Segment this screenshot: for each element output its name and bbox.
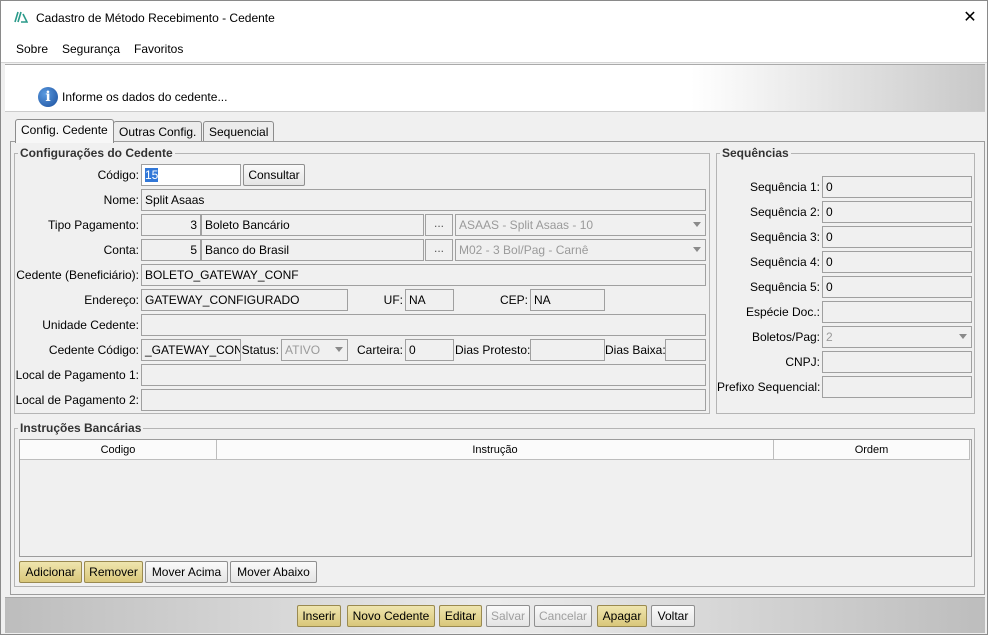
conta-select[interactable]: M02 - 3 Bol/Pag - Carnê [455,239,706,261]
mover-acima-button[interactable]: Mover Acima [145,561,228,583]
local-pagamento-2-field[interactable] [141,389,706,411]
cnpj-field[interactable] [822,351,972,373]
tipo-pagamento-code[interactable]: 3 [141,214,201,236]
prefixo-sequencial-field[interactable] [822,376,972,398]
cedente-codigo-label: Cedente Código: [48,343,139,357]
conta-desc: Banco do Brasil [201,239,424,261]
sequencia-4-field[interactable]: 0 [822,251,972,273]
sequencia-3-field[interactable]: 0 [822,226,972,248]
chevron-down-icon [959,334,967,339]
inserir-button[interactable]: Inserir [297,605,341,627]
conta-select-value: M02 - 3 Bol/Pag - Carnê [459,243,589,257]
dias-protesto-field[interactable] [530,339,605,361]
tab-outras-config[interactable]: Outras Config. [113,121,203,141]
sequencia-4-label: Sequência 4: [749,255,820,269]
menu-favoritos[interactable]: Favoritos [134,42,183,56]
endereco-field[interactable]: GATEWAY_CONFIGURADO [141,289,348,311]
boletos-pag-value: 2 [826,330,833,344]
status-select-value: ATIVO [285,343,321,357]
instrucoes-group-title: Instruções Bancárias [18,421,144,435]
title-bar: Cadastro de Método Recebimento - Cedente… [1,1,987,35]
tipo-pagamento-select-value: ASAAS - Split Asaas - 10 [459,218,594,232]
cnpj-label: CNPJ: [785,355,820,369]
codigo-field[interactable]: 15 [141,164,241,186]
sequencia-5-label: Sequência 5: [749,280,820,294]
boletos-pag-label: Boletos/Pag: [751,330,820,344]
sequencia-2-field[interactable]: 0 [822,201,972,223]
uf-field[interactable]: NA [405,289,454,311]
local-pagamento-2-label: Local de Pagamento 2: [15,393,139,407]
instrucoes-table[interactable]: Codigo Instrução Ordem [19,439,972,557]
menu-bar: Sobre Segurança Favoritos [1,35,987,63]
dias-baixa-field[interactable] [665,339,706,361]
conta-code[interactable]: 5 [141,239,201,261]
sequencia-1-field[interactable]: 0 [822,176,972,198]
apagar-button[interactable]: Apagar [597,605,647,627]
tipo-pagamento-lookup-button[interactable]: ... [425,214,453,236]
tipo-pagamento-desc: Boleto Bancário [201,214,424,236]
conta-label: Conta: [103,243,139,257]
cedente-field[interactable]: BOLETO_GATEWAY_CONF [141,264,706,286]
status-select[interactable]: ATIVO [281,339,348,361]
tipo-pagamento-select[interactable]: ASAAS - Split Asaas - 10 [455,214,706,236]
prefixo-sequencial-label: Prefixo Sequencial: [717,380,821,394]
tab-config-cedente[interactable]: Config. Cedente [15,119,114,143]
sequencia-1-label: Sequência 1: [749,180,820,194]
cep-field[interactable]: NA [530,289,605,311]
especie-doc-field[interactable] [822,301,972,323]
config-group-title: Configurações do Cedente [18,146,175,160]
tipo-pagamento-label: Tipo Pagamento: [48,218,139,232]
endereco-label: Endereço: [84,293,139,307]
chevron-down-icon [693,247,701,252]
dias-protesto-label: Dias Protesto: [455,343,531,357]
unidade-cedente-field[interactable] [141,314,706,336]
dias-baixa-label: Dias Baixa: [605,343,666,357]
carteira-label: Carteira: [356,343,403,357]
close-button[interactable]: ✕ [957,5,983,31]
uf-label: UF: [383,293,403,307]
window-title: Cadastro de Método Recebimento - Cedente [36,11,275,25]
column-header-ordem[interactable]: Ordem [774,440,970,460]
info-text: Informe os dados do cedente... [62,90,228,104]
main-window: Cadastro de Método Recebimento - Cedente… [0,0,988,635]
boletos-pag-select[interactable]: 2 [822,326,972,348]
cancelar-button[interactable]: Cancelar [534,605,592,627]
conta-lookup-button[interactable]: ... [425,239,453,261]
local-pagamento-1-field[interactable] [141,364,706,386]
sequencia-5-field[interactable]: 0 [822,276,972,298]
cep-label: CEP: [499,293,528,307]
carteira-field[interactable]: 0 [405,339,454,361]
salvar-button[interactable]: Salvar [486,605,530,627]
cedente-label: Cedente (Beneficiário): [16,268,139,282]
codigo-label: Código: [97,168,139,182]
consultar-button[interactable]: Consultar [243,164,305,186]
local-pagamento-1-label: Local de Pagamento 1: [15,368,139,382]
sequencia-2-label: Sequência 2: [749,205,820,219]
nome-field[interactable]: Split Asaas [141,189,706,211]
nome-label: Nome: [103,193,139,207]
column-header-codigo[interactable]: Codigo [20,440,217,460]
sequencia-3-label: Sequência 3: [749,230,820,244]
especie-doc-label: Espécie Doc.: [745,305,820,319]
sequencias-group-title: Sequências [720,146,791,160]
app-logo-icon [14,11,28,23]
novo-cedente-button[interactable]: Novo Cedente [347,605,435,627]
menu-seguranca[interactable]: Segurança [62,42,120,56]
codigo-value: 15 [145,168,159,182]
mover-abaixo-button[interactable]: Mover Abaixo [230,561,317,583]
cedente-codigo-field[interactable]: _GATEWAY_CONF [141,339,241,361]
voltar-button[interactable]: Voltar [651,605,695,627]
chevron-down-icon [693,222,701,227]
remover-button[interactable]: Remover [84,561,143,583]
menu-sobre[interactable]: Sobre [16,42,48,56]
status-label: Status: [241,343,279,357]
header-panel: i Informe os dados do cedente... [5,64,985,112]
info-icon: i [38,87,58,107]
column-header-instrucao[interactable]: Instrução [217,440,774,460]
tab-sequencial[interactable]: Sequencial [203,121,275,141]
adicionar-button[interactable]: Adicionar [19,561,82,583]
unidade-cedente-label: Unidade Cedente: [42,318,139,332]
chevron-down-icon [335,347,343,352]
editar-button[interactable]: Editar [439,605,482,627]
